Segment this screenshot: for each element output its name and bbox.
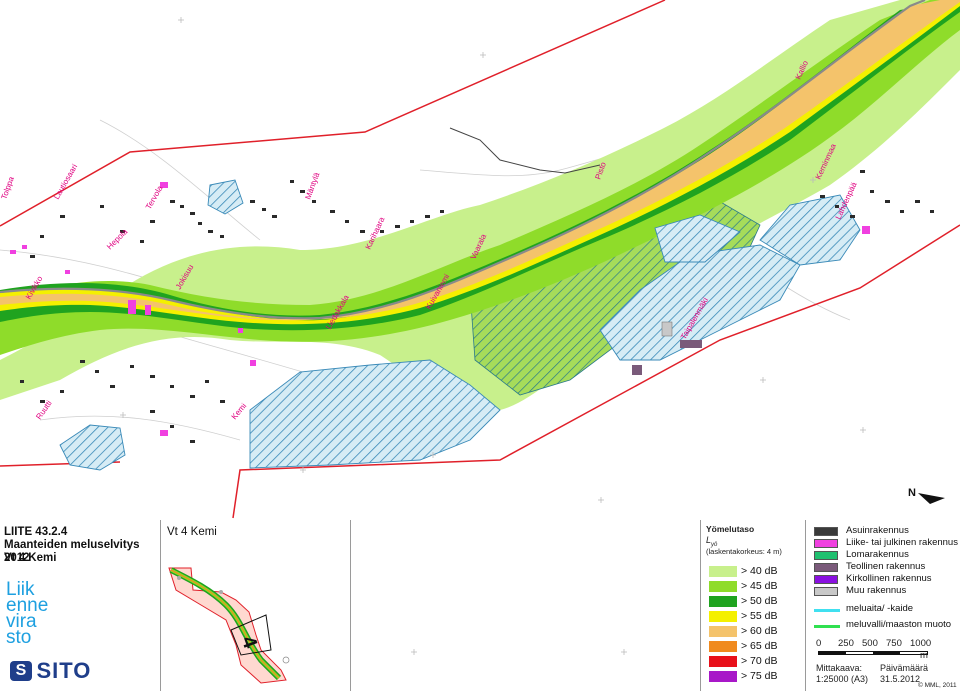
sito-icon: S [10, 661, 32, 681]
date-label: Päivämäärä [880, 663, 929, 673]
scale-tick-750: 750 [886, 638, 902, 649]
noise-map[interactable]: Tolppa Kivikko Lautiosaari Hepola Tervol… [0, 0, 960, 520]
swatch-55db [709, 611, 737, 622]
svg-text:Ruutti: Ruutti [34, 399, 53, 421]
scale-tick-0: 0 [816, 638, 822, 649]
scale-value: 1:25000 (A3) [816, 674, 869, 684]
key-map-title: Vt 4 Kemi [167, 526, 217, 538]
svg-text:Mäntylä: Mäntylä [303, 171, 321, 201]
label-75db: > 75 dB [741, 670, 778, 682]
copyright: © MML, 2011 [918, 682, 957, 689]
logo-line-4: sto [6, 627, 32, 648]
scale-tick-250: 250 [838, 638, 854, 649]
date-value: 31.5.2012 [880, 674, 921, 684]
svg-text:Tolppa: Tolppa [0, 175, 16, 201]
svg-text:Tervola: Tervola [144, 184, 165, 211]
scale-unit: m [920, 650, 928, 661]
north-arrow: N [908, 487, 945, 504]
title-panel: LIITE 43.2.4 Maanteiden meluselvitys 201… [0, 520, 160, 691]
label-55db: > 55 dB [741, 610, 778, 622]
key-map-panel: Vt 4 Kemi 4 [160, 520, 351, 691]
map-legend: Asuinrakennus Liike- tai julkinen rakenn… [805, 520, 960, 691]
swatch-70db [709, 656, 737, 667]
noise-legend: Yömelutaso Lyö (laskentakorkeus: 4 m) > … [700, 520, 805, 691]
swatch-65db [709, 641, 737, 652]
label-60db: > 60 dB [741, 625, 778, 637]
svg-text:Kemi: Kemi [230, 401, 249, 421]
label-65db: > 65 dB [741, 640, 778, 652]
key-map[interactable]: 4 [161, 550, 351, 690]
label-40db: > 40 dB [741, 565, 778, 577]
swatch-75db [709, 671, 737, 682]
north-label: N [908, 487, 916, 499]
noise-symbol: Lyö [706, 535, 718, 548]
spacer-marks [411, 649, 627, 655]
spacer-panel [350, 520, 700, 691]
scale-label: Mittakaava: [816, 663, 863, 673]
scale-bar: 0 250 500 750 1000 m [816, 638, 956, 662]
sito-logo: S SITO [10, 658, 91, 684]
label-70db: > 70 dB [741, 655, 778, 667]
swatch-60db [709, 626, 737, 637]
label-50db: > 50 dB [741, 595, 778, 607]
svg-text:Hepola: Hepola [105, 227, 130, 252]
scale-tick-500: 500 [862, 638, 878, 649]
liikennevirasto-logo: Liik enne vira sto [6, 580, 76, 648]
scale-tick-1000: 1000 [910, 638, 932, 649]
track-line [449, 127, 601, 174]
noise-height-note: (laskentakorkeus: 4 m) [706, 547, 782, 556]
swatch-40db [709, 566, 737, 577]
noise-legend-title: Yömelutaso [706, 524, 755, 534]
other-building [661, 321, 673, 337]
road-name: Vt 4 Kemi [4, 552, 57, 564]
label-45db: > 45 dB [741, 580, 778, 592]
appendix-number: LIITE 43.2.4 [4, 526, 68, 538]
swatch-45db [709, 581, 737, 592]
svg-text:Lautiosaari: Lautiosaari [52, 162, 79, 201]
swatch-50db [709, 596, 737, 607]
sito-text: SITO [36, 658, 92, 683]
